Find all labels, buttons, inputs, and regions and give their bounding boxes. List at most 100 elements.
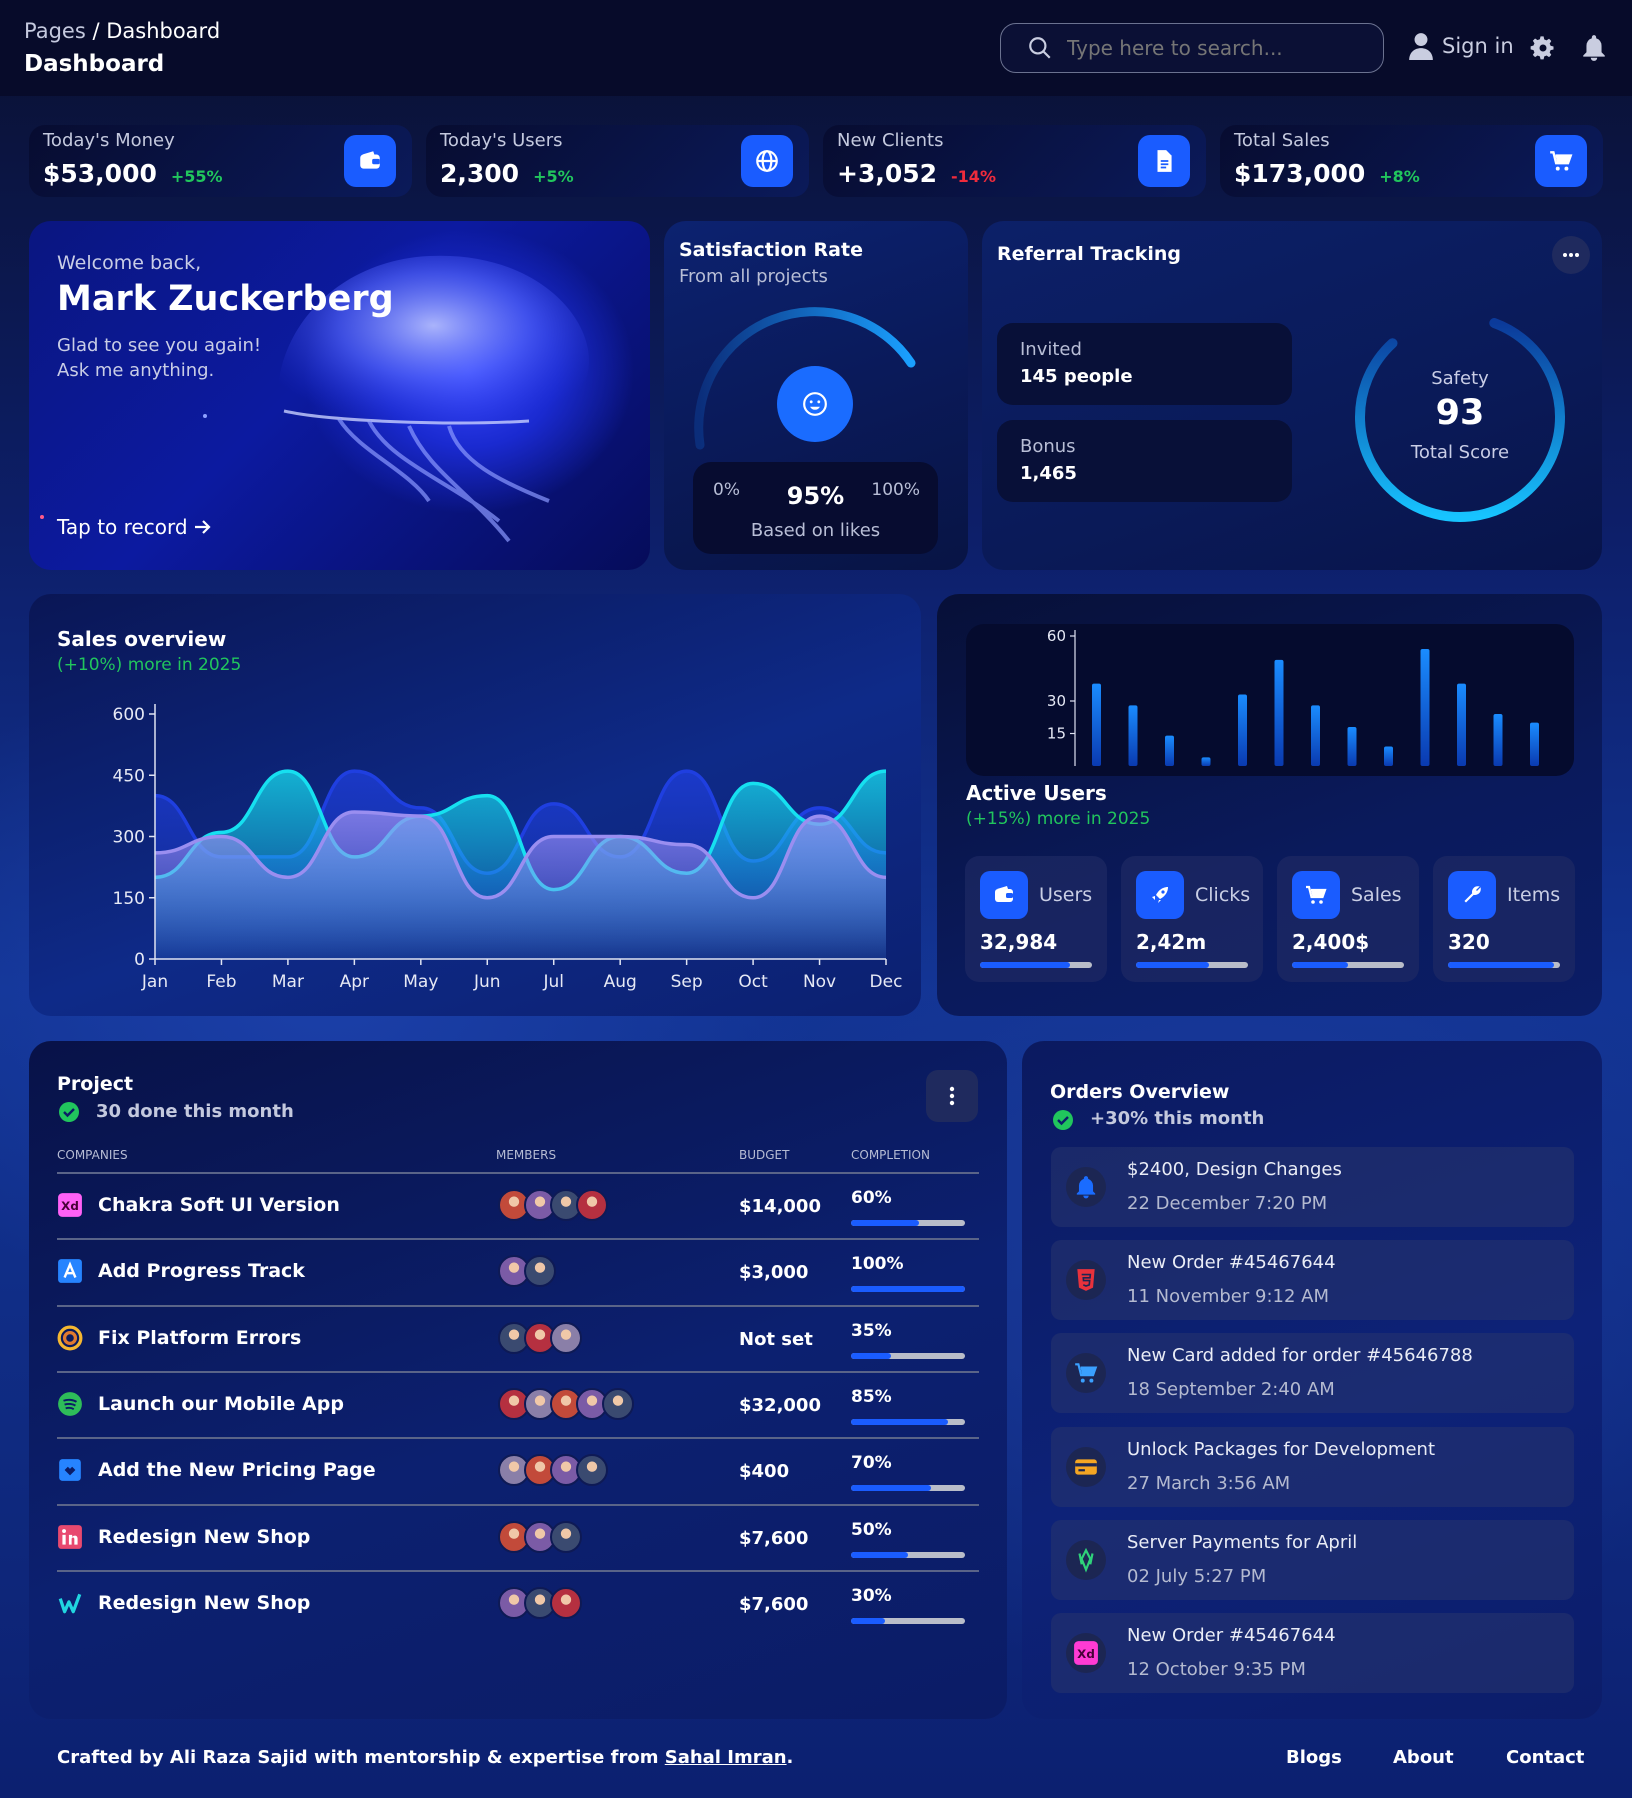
order-item[interactable]: Unlock Packages for Development 27 March … xyxy=(1051,1426,1574,1507)
jira-icon xyxy=(59,1459,81,1482)
table-row[interactable]: Add the New Pricing Page $400 70% xyxy=(57,1437,979,1503)
company-logo: Xd xyxy=(57,1192,83,1218)
svg-text:Xd: Xd xyxy=(1077,1647,1095,1661)
footer-author-link[interactable]: Sahal Imran xyxy=(665,1747,787,1768)
y-tick-label: 600 xyxy=(113,705,145,725)
avatar[interactable] xyxy=(524,1255,556,1288)
footer-link-about[interactable]: About xyxy=(1393,1747,1454,1768)
y-tick-label: 0 xyxy=(134,950,145,970)
stat-icon-button[interactable] xyxy=(980,871,1028,919)
table-row[interactable]: Add Progress Track $3,000 100% xyxy=(57,1238,979,1304)
order-item[interactable]: Server Payments for April 02 July 5:27 PM xyxy=(1051,1519,1574,1600)
y-tick-label: 450 xyxy=(113,766,145,786)
sign-in-button[interactable]: Sign in xyxy=(1408,32,1514,60)
members-avatars xyxy=(498,1255,556,1288)
table-row[interactable]: Redesign New Shop $7,600 30% xyxy=(57,1569,979,1636)
kpi-icon-button[interactable] xyxy=(1138,135,1190,187)
table-row[interactable]: Xd Chakra Soft UI Version $14,000 60% xyxy=(57,1172,979,1238)
order-item[interactable]: Xd New Order #45467644 12 October 9:35 PM xyxy=(1051,1613,1574,1693)
bell-icon[interactable] xyxy=(1581,34,1607,62)
avatar[interactable] xyxy=(602,1387,634,1420)
kpi-value-row: 2,300 +5% xyxy=(440,159,574,188)
completion-value: 70% xyxy=(851,1453,892,1474)
order-item[interactable]: New Card added for order #45646788 18 Sep… xyxy=(1051,1333,1574,1414)
bar xyxy=(1420,649,1430,766)
gear-icon[interactable] xyxy=(1529,34,1557,62)
x-tick-label: Dec xyxy=(870,972,903,992)
members-avatars xyxy=(498,1520,582,1553)
search-icon xyxy=(1029,37,1051,59)
order-title: New Card added for order #45646788 xyxy=(1127,1345,1473,1367)
kpi-icon-button[interactable] xyxy=(1535,135,1587,187)
orders-subtitle: +30% this month xyxy=(1090,1108,1265,1129)
completion-bar xyxy=(851,1551,965,1558)
x-tick-label: Feb xyxy=(206,972,236,992)
footer-link-blogs[interactable]: Blogs xyxy=(1286,1747,1342,1768)
order-item[interactable]: $2400, Design Changes 22 December 7:20 PM xyxy=(1051,1147,1574,1227)
avatar[interactable] xyxy=(550,1586,582,1619)
kpi-icon-button[interactable] xyxy=(344,135,396,187)
linkedin-icon xyxy=(58,1524,82,1549)
completion-bar xyxy=(851,1220,965,1226)
breadcrumb-parent[interactable]: Pages xyxy=(24,19,86,43)
credit-card-icon xyxy=(1075,1459,1097,1475)
active-stat-card: Items 320 xyxy=(1433,856,1575,982)
bar-chart-panel: 15 30 60 xyxy=(966,624,1574,776)
bonus-value: 1,465 xyxy=(1020,463,1077,484)
budget: Not set xyxy=(739,1328,813,1350)
kpi-icon-button[interactable] xyxy=(741,135,793,187)
avatar[interactable] xyxy=(550,1321,582,1354)
smiley-icon xyxy=(803,392,827,416)
y-tick-label: 150 xyxy=(113,889,145,909)
cart-icon xyxy=(1550,151,1573,171)
bar xyxy=(1493,714,1503,766)
kpi-value-row: $173,000 +8% xyxy=(1234,159,1420,188)
table-row[interactable]: Redesign New Shop $7,600 50% xyxy=(57,1503,979,1570)
welcome-line-1: Glad to see you again! xyxy=(57,335,262,356)
kpi-label: Today's Users xyxy=(440,130,563,151)
avatar[interactable] xyxy=(550,1520,582,1553)
budget: $14,000 xyxy=(739,1196,821,1217)
footer-period: . xyxy=(786,1747,794,1768)
header-budget: BUDGET xyxy=(739,1148,790,1162)
tap-to-record-link[interactable]: Tap to record xyxy=(57,515,212,539)
bar xyxy=(1128,705,1138,766)
stat-icon-button[interactable] xyxy=(1292,871,1340,919)
footer-link-contact[interactable]: Contact xyxy=(1506,1747,1584,1768)
sales-area-chart: 0 150 300 450 600 Jan Feb Mar Apr May Jun Jul Aug Sep… xyxy=(113,704,903,992)
order-title: New Order #45467644 xyxy=(1127,1625,1336,1646)
stat-icon-button[interactable] xyxy=(1136,871,1184,919)
sales-overview-card: Sales overview (+10%) more in 2025 0 150 3… xyxy=(29,594,921,1016)
members-avatars xyxy=(498,1586,582,1619)
projects-menu-button[interactable] xyxy=(926,1070,978,1122)
safety-label: Safety xyxy=(1431,368,1489,389)
bar xyxy=(1201,757,1211,766)
avatar[interactable] xyxy=(576,1454,608,1487)
order-item[interactable]: New Order #45467644 11 November 9:12 AM xyxy=(1051,1240,1574,1321)
completion-value: 60% xyxy=(851,1188,892,1208)
order-date: 02 July 5:27 PM xyxy=(1127,1565,1267,1587)
stat-icon-button[interactable] xyxy=(1448,871,1496,919)
breadcrumb-separator: / xyxy=(85,19,107,43)
table-row[interactable]: Launch our Mobile App $32,000 85% xyxy=(57,1370,979,1437)
avatar[interactable] xyxy=(576,1189,608,1221)
svg-text:Xd: Xd xyxy=(61,1199,79,1213)
page-title: Dashboard xyxy=(24,51,165,77)
more-options-button[interactable] xyxy=(1552,236,1590,274)
order-date: 11 November 9:12 AM xyxy=(1127,1286,1329,1308)
rocket-icon xyxy=(1152,887,1168,903)
search-input[interactable] xyxy=(1067,34,1367,62)
order-date: 12 October 9:35 PM xyxy=(1127,1659,1306,1680)
completion-value: 35% xyxy=(851,1320,892,1341)
x-tick-label: Sep xyxy=(671,972,703,992)
smiley-button[interactable] xyxy=(777,366,853,442)
x-tick-label: May xyxy=(403,972,438,992)
kpi-value: +3,052 xyxy=(837,159,938,188)
kpi-change: -14% xyxy=(951,167,996,186)
search-box[interactable] xyxy=(1000,23,1384,73)
table-row[interactable]: Fix Platform Errors Not set 35% xyxy=(57,1304,979,1371)
completion-fill xyxy=(851,1485,931,1492)
kpi-value: $53,000 xyxy=(43,159,157,188)
budget: $400 xyxy=(739,1461,790,1483)
stat-value: 320 xyxy=(1448,930,1490,954)
